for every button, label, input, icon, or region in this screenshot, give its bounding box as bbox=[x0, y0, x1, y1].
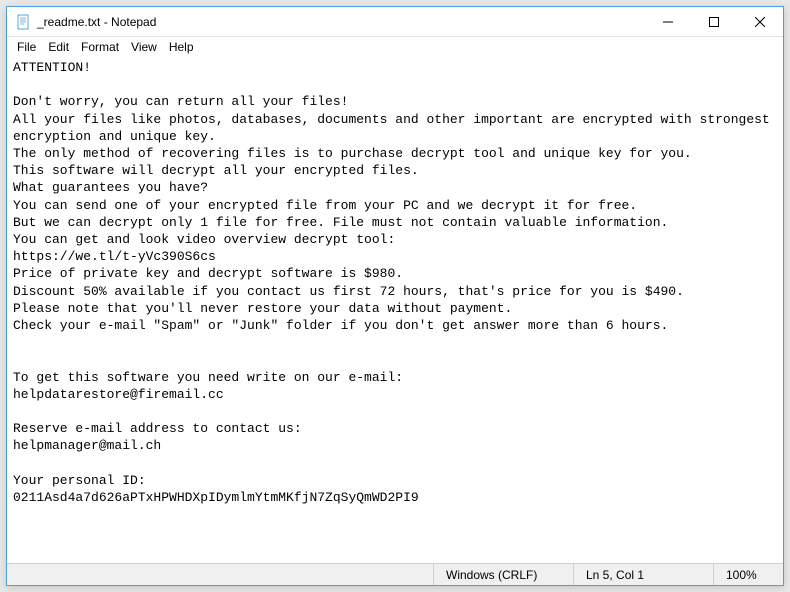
close-button[interactable] bbox=[737, 7, 783, 36]
status-position: Ln 5, Col 1 bbox=[573, 564, 713, 585]
menu-file[interactable]: File bbox=[11, 39, 42, 55]
status-zoom: 100% bbox=[713, 564, 783, 585]
menu-format[interactable]: Format bbox=[75, 39, 125, 55]
titlebar: _readme.txt - Notepad bbox=[7, 7, 783, 37]
menubar: File Edit Format View Help bbox=[7, 37, 783, 57]
menu-edit[interactable]: Edit bbox=[42, 39, 75, 55]
window-title: _readme.txt - Notepad bbox=[37, 15, 645, 29]
notepad-icon bbox=[15, 14, 31, 30]
window-controls bbox=[645, 7, 783, 36]
maximize-button[interactable] bbox=[691, 7, 737, 36]
statusbar: Windows (CRLF) Ln 5, Col 1 100% bbox=[7, 563, 783, 585]
menu-help[interactable]: Help bbox=[163, 39, 200, 55]
status-encoding: Windows (CRLF) bbox=[433, 564, 573, 585]
text-content[interactable]: ATTENTION! Don't worry, you can return a… bbox=[7, 57, 783, 563]
notepad-window: _readme.txt - Notepad File Edit Format V… bbox=[6, 6, 784, 586]
menu-view[interactable]: View bbox=[125, 39, 163, 55]
minimize-button[interactable] bbox=[645, 7, 691, 36]
